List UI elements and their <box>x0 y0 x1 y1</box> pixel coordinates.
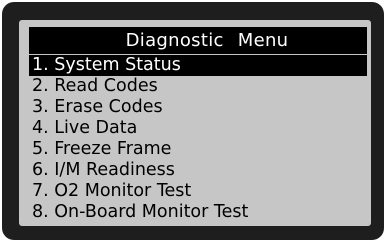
menu-item-system-status[interactable]: 1. System Status <box>29 55 367 76</box>
lcd-screen: Diagnostic Menu 1. System Status 2. Read… <box>19 20 371 226</box>
device-bezel: Diagnostic Menu 1. System Status 2. Read… <box>2 2 384 240</box>
menu-item-freeze-frame[interactable]: 5. Freeze Frame <box>29 139 367 160</box>
diagnostic-menu: 1. System Status 2. Read Codes 3. Erase … <box>29 55 367 223</box>
menu-item-im-readiness[interactable]: 6. I/M Readiness <box>29 160 367 181</box>
menu-title: Diagnostic Menu <box>29 27 367 54</box>
menu-item-o2-monitor-test[interactable]: 7. O2 Monitor Test <box>29 181 367 202</box>
menu-item-onboard-monitor-test[interactable]: 8. On-Board Monitor Test <box>29 202 367 223</box>
menu-item-read-codes[interactable]: 2. Read Codes <box>29 76 367 97</box>
menu-item-live-data[interactable]: 4. Live Data <box>29 118 367 139</box>
menu-item-erase-codes[interactable]: 3. Erase Codes <box>29 97 367 118</box>
